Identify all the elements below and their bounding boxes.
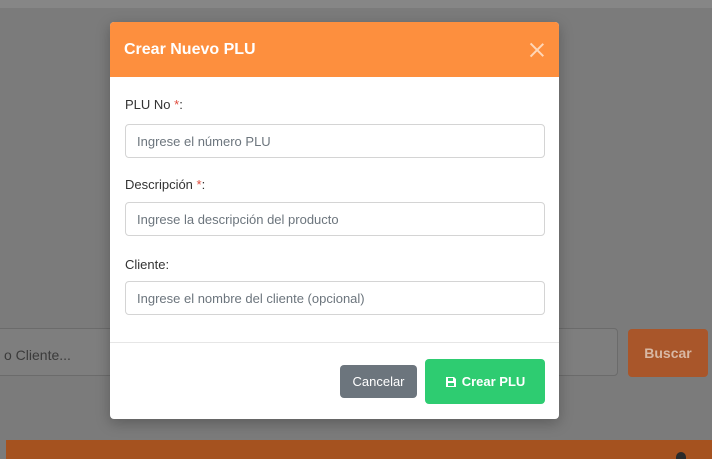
background-search-text: o Cliente... <box>4 347 71 363</box>
modal-header: Crear Nuevo PLU <box>110 22 559 77</box>
save-icon <box>445 376 456 387</box>
client-label: Cliente: <box>125 257 170 272</box>
create-plu-modal: Crear Nuevo PLU PLU No *: Descripción *:… <box>110 22 559 419</box>
background-table-header <box>6 440 712 459</box>
background-search-button: Buscar <box>628 329 708 377</box>
cancel-button[interactable]: Cancelar <box>340 365 417 398</box>
close-icon[interactable] <box>527 40 547 60</box>
background-icon <box>676 452 686 459</box>
create-plu-label: Crear PLU <box>461 374 526 389</box>
plu-no-label: PLU No *: <box>125 97 183 112</box>
plu-no-input[interactable] <box>125 124 545 158</box>
background-top-strip <box>0 0 712 8</box>
modal-title: Crear Nuevo PLU <box>124 40 256 58</box>
footer-divider <box>110 342 559 343</box>
create-plu-button[interactable]: Crear PLU <box>425 359 545 404</box>
description-label: Descripción *: <box>125 177 206 192</box>
description-input[interactable] <box>125 202 545 236</box>
client-input[interactable] <box>125 281 545 315</box>
